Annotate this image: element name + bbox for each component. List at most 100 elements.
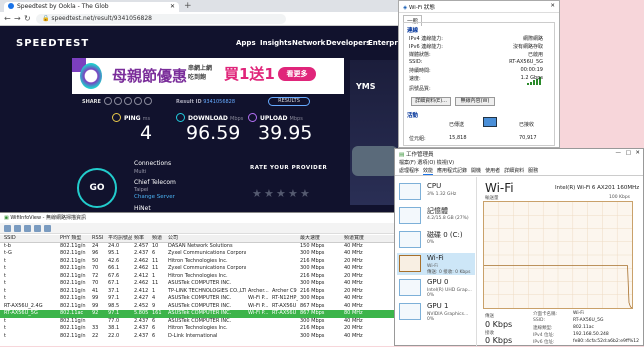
forward-icon[interactable]: →	[14, 14, 21, 23]
close-icon[interactable]: ✕	[635, 150, 640, 156]
speedtest-logo[interactable]: SPEEDTEST	[16, 38, 89, 49]
table-row[interactable]: t 802.11g/n 70 67.1 2.462 11 ASUSTek COMPUTER …	[0, 280, 396, 288]
nav-network[interactable]: Network	[292, 39, 325, 47]
star-2-icon[interactable]: ★	[264, 187, 274, 200]
table-row[interactable]: t 802.11g/n 77.0 2.437 6 ASUSTek COMPUTER INC…	[0, 318, 396, 326]
share-mail-icon[interactable]	[124, 97, 132, 105]
perf-item-2[interactable]: 磁碟 0 (C:) 0%	[397, 229, 475, 251]
table-cell: 41	[92, 287, 99, 294]
properties-icon[interactable]	[24, 225, 31, 232]
sent-label: 已傳送	[449, 122, 465, 128]
star-3-icon[interactable]: ★	[276, 187, 286, 200]
table-row[interactable]: t 802.11g/n 72 67.6 2.412 1 Hitron Technologie…	[0, 273, 396, 281]
speedtest-favicon-icon	[8, 3, 14, 9]
star-1-icon[interactable]: ★	[252, 187, 262, 200]
url-input[interactable]: 🔒 speedtest.net/result/9341056828	[36, 14, 286, 24]
tab-4[interactable]: 使用者	[485, 168, 500, 174]
table-row[interactable]: t-b 802.11g/n 24 24.0 2.457 10 DASAN Network S…	[0, 243, 396, 251]
star-5-icon[interactable]: ★	[300, 187, 310, 200]
tab-0[interactable]: 處理程序	[399, 168, 419, 174]
table-row[interactable]: RT-AX56U_2.4G 802.11g/n 99 98.5 2.452 9 ASUSTe…	[0, 303, 396, 311]
perf-item-3[interactable]: Wi-Fi Wi-Fi 傳送: 0 接收: 0 Kbps	[397, 253, 475, 275]
column-header[interactable]: 頻率	[134, 235, 150, 243]
download-icon	[176, 113, 185, 122]
table-row[interactable]: t 802.11g/n 41 37.1 2.412 1 TP-LINK TECHNOLOGI…	[0, 288, 396, 296]
table-cell: 802.11g/n	[60, 265, 86, 271]
table-row-selected[interactable]: RT-AX56U_5G 802.11ac 92 97.1 5.805 161 ASUSTek…	[0, 310, 396, 318]
column-header[interactable]: 公司	[168, 235, 246, 243]
connections-mode[interactable]: Multi	[134, 169, 146, 175]
ad-banner[interactable]: 母親節優惠 串網上網 吃到飽 買1送1 看更多	[72, 58, 344, 94]
share-more-icon[interactable]	[144, 97, 152, 105]
nav-developers[interactable]: Developers	[326, 39, 370, 47]
tab-5[interactable]: 詳細資料	[504, 168, 524, 174]
table-cell: 40 MHz	[344, 332, 363, 339]
upload-icon	[248, 113, 257, 122]
reload-icon[interactable]: ↻	[24, 14, 31, 23]
throughput-graph	[483, 201, 633, 309]
perf-item-4[interactable]: GPU 0 Intel(R) UHD Grap... 0%	[397, 277, 475, 299]
column-header[interactable]: SSID	[4, 235, 58, 243]
table-row[interactable]: t 802.11g/n 50 42.6 2.462 11 Hitron Technologi…	[0, 258, 396, 266]
column-header[interactable]: 平均訊號品質	[108, 235, 132, 243]
perf-item-1[interactable]: 記憶體 4.2/15.8 GB (27%)	[397, 205, 475, 227]
side-ad[interactable]: YMS	[350, 60, 400, 205]
star-4-icon[interactable]: ★	[288, 187, 298, 200]
tab-6[interactable]: 服務	[528, 168, 538, 174]
new-tab-icon[interactable]: +	[184, 1, 192, 11]
table-cell: 70	[92, 280, 99, 286]
column-header[interactable]: 頻道	[152, 235, 166, 243]
close-icon[interactable]: ✕	[550, 3, 555, 9]
browser-tab[interactable]: Speedtest by Ookla - The Glob ✕	[4, 2, 179, 12]
tab-2[interactable]: 應用程式記錄	[437, 168, 467, 174]
ad-more-button[interactable]: 看更多	[278, 67, 316, 81]
minimize-icon[interactable]: —	[616, 150, 622, 156]
tab-3[interactable]: 開機	[471, 168, 481, 174]
host-name: HiNet	[134, 205, 151, 212]
close-tab-icon[interactable]: ✕	[170, 3, 175, 10]
table-row[interactable]: t 802.11g/n 33 38.1 2.437 6 Hitron Technologie…	[0, 325, 396, 333]
table-cell: 40 MHz	[344, 265, 363, 271]
table-cell: 300 Mbps	[300, 250, 325, 256]
perf-item-stat: 0%	[427, 240, 435, 245]
status-row-value: 已啟用	[527, 52, 543, 58]
column-header[interactable]: 頻道寬度	[344, 235, 394, 243]
nav-enterprise[interactable]: Enterprise	[368, 39, 400, 47]
table-cell: 99	[92, 302, 99, 309]
go-button[interactable]: GO	[77, 168, 117, 208]
details-button[interactable]: 詳細資料(E)...	[411, 97, 451, 106]
column-header[interactable]: PHY 類型	[60, 235, 90, 243]
tab-1[interactable]: 效能	[423, 168, 434, 175]
nav-apps[interactable]: Apps	[236, 39, 256, 47]
share-twitter-icon[interactable]	[114, 97, 122, 105]
results-button[interactable]: RESULTS	[268, 97, 310, 106]
perf-item-5[interactable]: GPU 1 NVIDIA Graphics... 0%	[397, 301, 475, 323]
task-manager-title: 工作管理員	[405, 152, 434, 158]
about-icon[interactable]	[44, 225, 51, 232]
status-row-value: 網際網路	[522, 36, 543, 42]
table-row[interactable]: t 802.11g/n 99 97.1 2.427 4 ASUSTek COMPUTER I…	[0, 295, 396, 303]
table-row[interactable]: t 802.11g/n 70 66.1 2.462 11 Zyxel Communicati…	[0, 265, 396, 273]
back-icon[interactable]: ←	[4, 14, 11, 23]
column-header[interactable]: RSSI	[92, 235, 106, 243]
signal-quality-label: 訊號品質:	[409, 86, 431, 92]
perf-item-0[interactable]: CPU 3% 1.32 GHz	[397, 181, 475, 203]
save-icon[interactable]	[4, 225, 11, 232]
share-facebook-icon[interactable]	[104, 97, 112, 105]
nav-insights[interactable]: Insights	[260, 39, 292, 47]
copy-icon[interactable]	[14, 225, 21, 232]
change-server-link[interactable]: Change Server	[134, 194, 175, 200]
detail-value: 802.11ac	[573, 325, 594, 330]
refresh-icon[interactable]	[34, 225, 41, 232]
table-row[interactable]: t 802.11g/n 22 22.0 2.437 6 D-Link Internation…	[0, 333, 396, 341]
menu-bar[interactable]: 檔案(F) 選項(O) 檢視(V)	[395, 159, 643, 167]
table-row[interactable]: t-G 802.11g/n 96 95.1 2.437 6 Zyxel Communicat…	[0, 250, 396, 258]
share-link-icon[interactable]	[134, 97, 142, 105]
detail-label: 連線類型:	[533, 326, 553, 331]
table-cell: 9	[152, 302, 156, 309]
perf-item-name: GPU 0	[427, 278, 449, 286]
column-header[interactable]: 最大速度	[300, 235, 342, 243]
wireless-properties-button[interactable]: 無線內容(W)	[455, 97, 495, 106]
table-cell: 802.11ac	[60, 310, 84, 316]
maximize-icon[interactable]: □	[626, 150, 631, 156]
